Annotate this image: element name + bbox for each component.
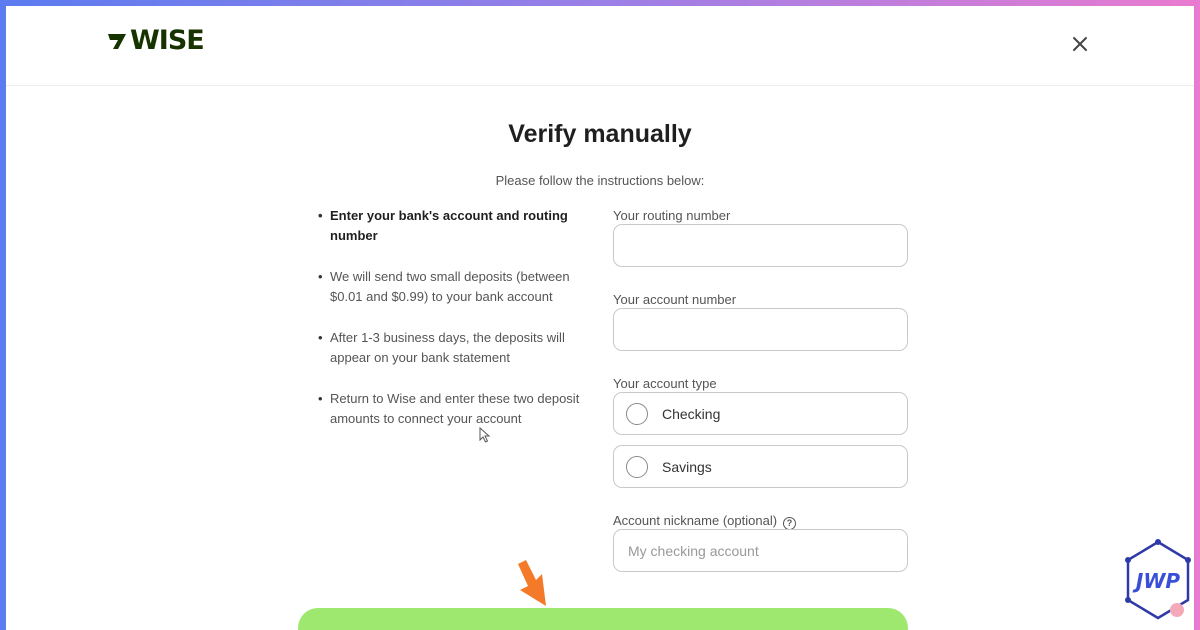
jwp-logo-badge: JWP xyxy=(1125,539,1191,620)
top-bar: WISE xyxy=(6,6,1194,86)
page-title: Verify manually xyxy=(508,120,692,148)
instruction-item: Return to Wise and enter these two depos… xyxy=(318,389,598,429)
savings-radio-option[interactable]: Savings xyxy=(613,445,908,488)
nickname-input[interactable]: My checking account xyxy=(613,529,908,572)
submit-button[interactable] xyxy=(298,608,908,630)
close-icon xyxy=(1073,37,1087,51)
checking-radio-option[interactable]: Checking xyxy=(613,392,908,435)
instruction-item: We will send two small deposits (between… xyxy=(318,267,598,307)
wise-flag-icon xyxy=(108,34,126,49)
close-button[interactable] xyxy=(1068,32,1092,56)
radio-circle-icon xyxy=(626,402,648,425)
routing-number-label: Your routing number xyxy=(613,208,731,223)
badge-text: JWP xyxy=(1132,569,1181,593)
routing-number-input[interactable] xyxy=(613,224,908,267)
page-subtitle: Please follow the instructions below: xyxy=(495,173,705,188)
instruction-item: After 1-3 business days, the deposits wi… xyxy=(318,328,598,368)
radio-circle-icon xyxy=(626,455,648,478)
wise-logo[interactable]: WISE xyxy=(106,25,205,56)
account-type-label: Your account type xyxy=(613,376,717,391)
nickname-placeholder: My checking account xyxy=(628,542,759,559)
account-number-label: Your account number xyxy=(613,292,737,307)
checking-radio-label: Checking xyxy=(662,405,721,422)
orange-arrow-icon xyxy=(518,560,546,606)
logo-text: WISE xyxy=(130,25,205,56)
instruction-item: Enter your bank's account and routing nu… xyxy=(318,206,598,246)
mouse-cursor-icon xyxy=(479,427,491,443)
instruction-list: Enter your bank's account and routing nu… xyxy=(318,206,598,450)
nickname-label-row: Account nickname (optional)? xyxy=(613,513,797,530)
nickname-label: Account nickname (optional) xyxy=(613,513,778,528)
account-number-input[interactable] xyxy=(613,308,908,351)
verify-page: WISE Verify manually Please follow the i… xyxy=(6,6,1194,630)
savings-radio-label: Savings xyxy=(662,458,712,475)
